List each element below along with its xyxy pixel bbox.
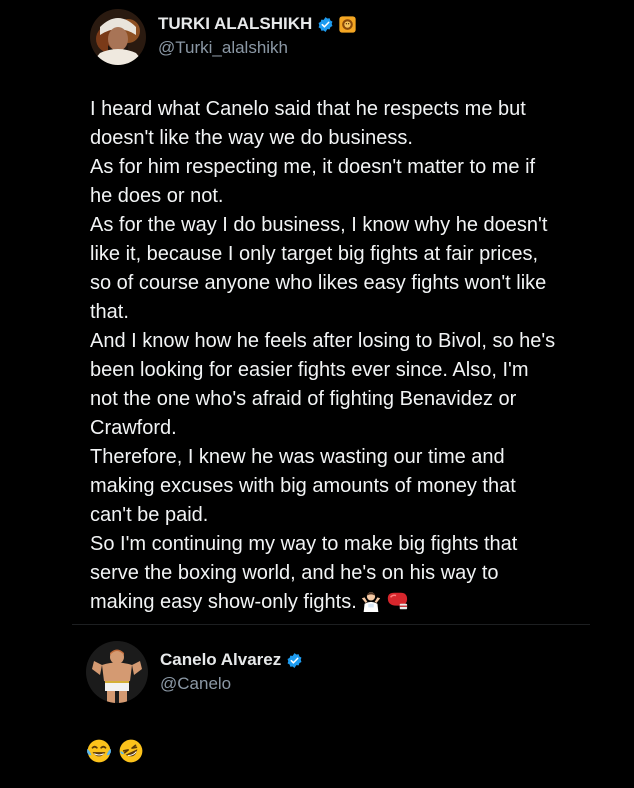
post-text-line: So I'm continuing my way to make big fig… [90, 533, 518, 555]
post-text-line: making easy show-only fights. [90, 591, 357, 613]
rolling-on-floor-laughing-emoji [118, 738, 144, 764]
post-text-line: And I know how he feels after losing to … [90, 330, 556, 352]
post-text-line: Crawford. [90, 417, 177, 439]
post-text-line: been looking for easier fights ever sinc… [90, 359, 529, 381]
author-name-row: TURKI ALALSHIKH [158, 14, 356, 34]
post-text-line: Therefore, I knew he was wasting our tim… [90, 446, 505, 468]
quoted-author-name-row: Canelo Alvarez [160, 650, 303, 670]
post-text-line: like it, because I only target big fight… [90, 243, 538, 265]
post-text-line: I heard what Canelo said that he respect… [90, 98, 526, 120]
quote-divider [72, 624, 590, 625]
quoted-post-text [86, 738, 144, 764]
post-text-line: As for the way I do business, I know why… [90, 214, 548, 236]
quoted-post-header: Canelo Alvarez @Canelo [86, 641, 586, 703]
verified-badge-icon [317, 16, 334, 33]
post-text-line: not the one who's afraid of fighting Ben… [90, 388, 517, 410]
quoted-author-display-name[interactable]: Canelo Alvarez [160, 650, 281, 670]
post-header: TURKI ALALSHIKH @Turki_alalshikh [90, 8, 610, 68]
lion-affiliate-badge-icon[interactable] [339, 15, 356, 33]
author-handle[interactable]: @Turki_alalshikh [158, 38, 288, 58]
author-avatar[interactable] [90, 9, 146, 65]
post-text-line: he does or not. [90, 185, 224, 207]
quoted-author-handle[interactable]: @Canelo [160, 674, 231, 694]
boxing-glove-emoji [385, 590, 409, 621]
quoted-author-avatar[interactable] [86, 641, 148, 703]
post-text-line: making excuses with big amounts of money… [90, 475, 516, 497]
post-text-line: that. [90, 301, 129, 323]
post-text: I heard what Canelo said that he respect… [90, 95, 610, 621]
post-text-line: doesn't like the way we do business. [90, 127, 413, 149]
post-text-line: so of course anyone who likes easy fight… [90, 272, 547, 294]
post-text-line: serve the boxing world, and he's on his … [90, 562, 499, 584]
post-text-last-line-row: making easy show-only fights. [90, 588, 610, 621]
author-display-name[interactable]: TURKI ALALSHIKH [158, 14, 312, 34]
face-with-tears-of-joy-emoji [86, 738, 112, 764]
post-text-line: As for him respecting me, it doesn't mat… [90, 156, 536, 178]
post-text-line: can't be paid. [90, 504, 209, 526]
man-shrugging-emoji [360, 590, 382, 621]
verified-badge-icon [286, 652, 303, 669]
